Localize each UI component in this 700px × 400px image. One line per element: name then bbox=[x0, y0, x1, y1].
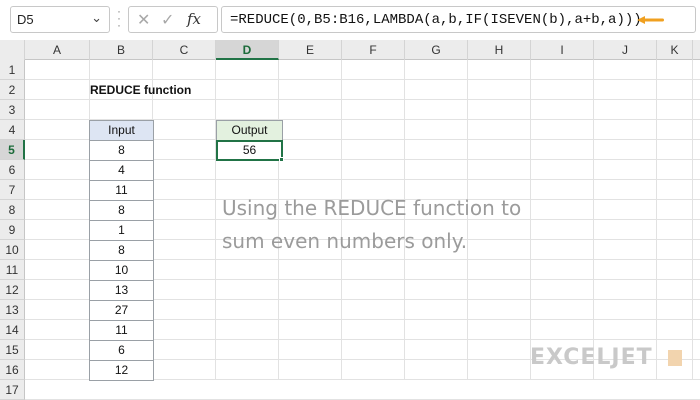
input-cell[interactable]: 1 bbox=[89, 220, 154, 241]
input-cell[interactable]: 12 bbox=[89, 360, 154, 381]
grid-column-line bbox=[278, 60, 279, 380]
row-header-13[interactable]: 13 bbox=[0, 300, 25, 320]
row-header-5[interactable]: 5 bbox=[0, 140, 25, 160]
input-cell[interactable]: 8 bbox=[89, 200, 154, 221]
row-header-2[interactable]: 2 bbox=[0, 80, 25, 100]
row-header-12[interactable]: 12 bbox=[0, 280, 25, 300]
row-header-11[interactable]: 11 bbox=[0, 260, 25, 280]
row-header-3[interactable]: 3 bbox=[0, 100, 25, 120]
exceljet-logo: EXCELJET bbox=[530, 345, 653, 370]
column-header-f[interactable]: F bbox=[342, 40, 405, 60]
note-line-2: sum even numbers only. bbox=[222, 229, 468, 253]
row-header-16[interactable]: 16 bbox=[0, 360, 25, 380]
input-header[interactable]: Input bbox=[89, 120, 154, 141]
input-cell[interactable]: 11 bbox=[89, 180, 154, 201]
column-header-j[interactable]: J bbox=[594, 40, 657, 60]
column-header-b[interactable]: B bbox=[90, 40, 153, 60]
row-header-17[interactable]: 17 bbox=[0, 380, 25, 400]
output-cell[interactable]: 56 bbox=[216, 140, 283, 161]
column-header-d[interactable]: D bbox=[216, 40, 279, 60]
formula-buttons: ✕ ✓ fx bbox=[128, 6, 218, 33]
input-cell[interactable]: 13 bbox=[89, 280, 154, 301]
grid-column-line bbox=[215, 60, 216, 380]
note-line-1: Using the REDUCE function to bbox=[222, 196, 522, 220]
input-cell[interactable]: 11 bbox=[89, 320, 154, 341]
row-header-9[interactable]: 9 bbox=[0, 220, 25, 240]
column-header-k[interactable]: K bbox=[657, 40, 693, 60]
input-cell[interactable]: 6 bbox=[89, 340, 154, 361]
logo-mark-icon bbox=[668, 350, 682, 366]
row-header-6[interactable]: 6 bbox=[0, 160, 25, 180]
row-header-8[interactable]: 8 bbox=[0, 200, 25, 220]
row-header-14[interactable]: 14 bbox=[0, 320, 25, 340]
drag-handle-icon[interactable]: · · · bbox=[114, 5, 124, 31]
grid-column-line bbox=[692, 60, 693, 380]
input-cell[interactable]: 8 bbox=[89, 140, 154, 161]
input-cell[interactable]: 4 bbox=[89, 160, 154, 181]
grid-column-line bbox=[656, 60, 657, 380]
grid-column-line bbox=[404, 60, 405, 380]
select-all-corner[interactable] bbox=[0, 40, 25, 60]
column-header-c[interactable]: C bbox=[153, 40, 216, 60]
column-header-h[interactable]: H bbox=[468, 40, 531, 60]
input-cell[interactable]: 10 bbox=[89, 260, 154, 281]
check-icon[interactable]: ✓ bbox=[161, 10, 174, 30]
fill-handle[interactable] bbox=[279, 157, 284, 162]
chevron-down-icon[interactable]: ⌄ bbox=[91, 10, 102, 26]
row-header-15[interactable]: 15 bbox=[0, 340, 25, 360]
row-header-7[interactable]: 7 bbox=[0, 180, 25, 200]
formula-text: =REDUCE(0,B5:B16,LAMBDA(a,b,IF(ISEVEN(b)… bbox=[230, 12, 642, 28]
grid-column-line bbox=[593, 60, 594, 380]
formula-input[interactable]: =REDUCE(0,B5:B16,LAMBDA(a,b,IF(ISEVEN(b)… bbox=[221, 6, 696, 33]
arrow-left-icon bbox=[637, 16, 664, 24]
column-header-g[interactable]: G bbox=[405, 40, 468, 60]
row-header-1[interactable]: 1 bbox=[0, 60, 25, 80]
grid-column-line bbox=[341, 60, 342, 380]
grid-column-line bbox=[530, 60, 531, 380]
close-icon[interactable]: ✕ bbox=[137, 10, 150, 30]
column-header-i[interactable]: I bbox=[531, 40, 594, 60]
sheet-title: REDUCE function bbox=[90, 83, 192, 97]
input-cell[interactable]: 8 bbox=[89, 240, 154, 261]
name-box-value: D5 bbox=[17, 12, 34, 27]
input-cell[interactable]: 27 bbox=[89, 300, 154, 321]
insert-function-button[interactable]: fx bbox=[187, 10, 201, 28]
output-header[interactable]: Output bbox=[216, 120, 283, 141]
row-header-4[interactable]: 4 bbox=[0, 120, 25, 140]
column-header-e[interactable]: E bbox=[279, 40, 342, 60]
name-box[interactable]: D5 ⌄ bbox=[10, 6, 110, 33]
grid-column-line bbox=[467, 60, 468, 380]
column-header-a[interactable]: A bbox=[25, 40, 90, 60]
row-header-10[interactable]: 10 bbox=[0, 240, 25, 260]
